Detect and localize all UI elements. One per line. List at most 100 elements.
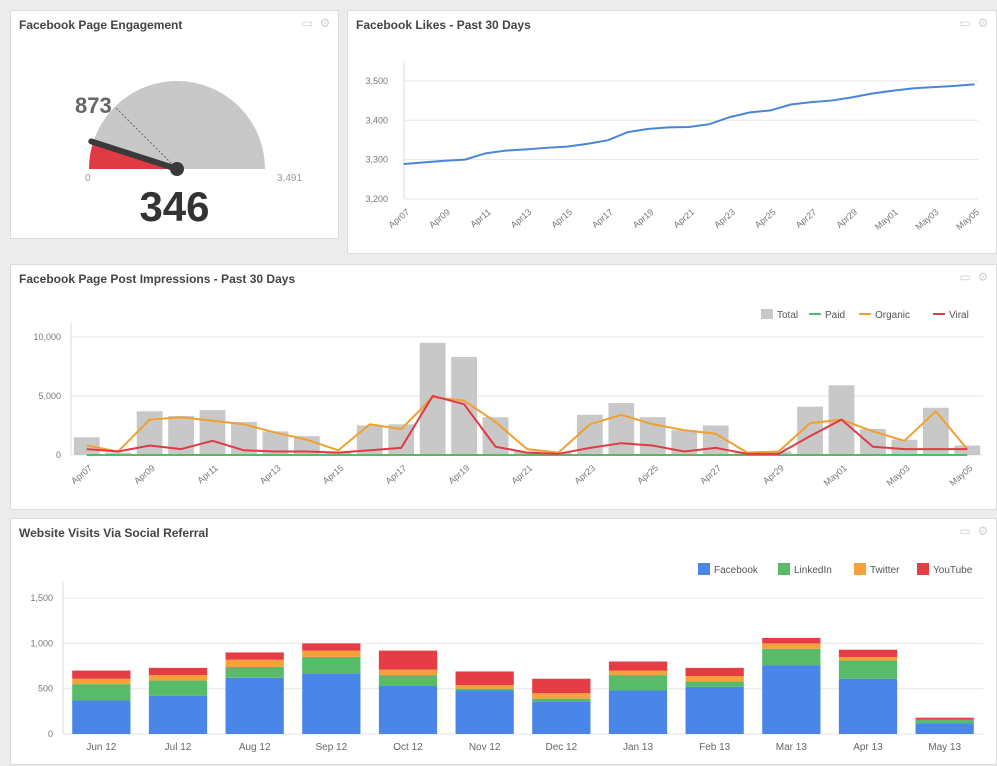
likes-point [912, 87, 914, 90]
x-tick-label: Apr17 [384, 463, 409, 486]
twitter-bar-segment [838, 656, 898, 661]
youtube-bar-segment [148, 667, 208, 676]
x-tick-label: Apr23 [712, 207, 737, 230]
y-tick-label: 0 [48, 729, 53, 739]
x-tick-label: Jun 12 [86, 742, 116, 753]
likes-point [891, 89, 894, 92]
twitter-bar-segment [72, 678, 131, 685]
total-bar [891, 439, 918, 455]
total-bar [136, 411, 163, 455]
likes-point [647, 128, 650, 130]
likes-point [851, 96, 853, 99]
engagement-panel: Facebook Page Engagement ▭ ⚙ 873 0 3,491 … [10, 10, 339, 239]
twitter-bar-segment [455, 685, 514, 689]
likes-point [769, 109, 772, 112]
likes-point [545, 147, 548, 149]
linkedin-bar-segment [762, 648, 821, 666]
total-bar [199, 410, 226, 455]
facebook-bar-segment [685, 686, 744, 734]
x-tick-label: Jul 12 [165, 742, 192, 753]
total-bar [608, 403, 635, 455]
likes-point [749, 111, 751, 114]
y-tick-label: 3,200 [365, 194, 388, 204]
legend-swatch [761, 309, 773, 319]
x-tick-label: May05 [954, 207, 981, 232]
y-tick-label: 10,000 [33, 332, 61, 342]
likes-point [566, 145, 568, 148]
legend-label: Facebook [714, 565, 759, 576]
y-tick-label: 0 [56, 450, 61, 460]
y-tick-label: 1,000 [30, 638, 53, 648]
x-tick-label: Apr21 [671, 207, 696, 230]
y-tick-label: 3,500 [365, 76, 388, 86]
gauge-hub [170, 162, 184, 176]
linkedin-bar-segment [378, 675, 438, 686]
x-tick-label: Aug 12 [239, 742, 271, 753]
likes-point [728, 116, 731, 118]
likes-point [952, 85, 955, 87]
x-tick-label: Apr11 [195, 463, 219, 486]
total-bar [860, 429, 886, 455]
y-tick-label: 3,300 [365, 155, 388, 165]
legend-swatch [778, 563, 790, 575]
x-tick-label: May01 [822, 463, 849, 488]
twitter-bar-segment [685, 676, 744, 682]
legend-label: LinkedIn [794, 565, 832, 576]
likes-point [789, 103, 792, 106]
twitter-bar-segment [608, 670, 668, 676]
legend-swatch [917, 563, 929, 575]
youtube-bar-segment [838, 649, 898, 657]
linkedin-bar-segment [72, 684, 131, 701]
facebook-bar-segment [378, 685, 438, 734]
linkedin-bar-segment [915, 719, 974, 724]
facebook-bar-segment [225, 677, 284, 734]
likes-point [525, 148, 527, 151]
likes-point [586, 143, 589, 145]
x-tick-label: Apr25 [753, 207, 778, 230]
facebook-bar-segment [762, 665, 821, 734]
x-tick-label: Apr25 [635, 463, 660, 486]
likes-point [810, 101, 812, 103]
linkedin-bar-segment [532, 698, 591, 702]
twitter-bar-segment [225, 659, 284, 667]
likes-point [606, 139, 609, 142]
linkedin-bar-segment [225, 666, 284, 678]
legend-label: Paid [825, 310, 845, 321]
facebook-bar-segment [72, 700, 131, 734]
likes-point [667, 126, 670, 129]
x-tick-label: Apr13 [258, 463, 283, 486]
x-tick-label: Apr17 [590, 207, 615, 230]
impressions-chart: 0 5,000 10,000 Apr07 Apr09 Apr11 Apr13 Apr15 Apr… [33, 309, 983, 488]
x-tick-label: Apr11 [468, 207, 492, 230]
x-tick-label: Apr09 [427, 207, 452, 230]
x-tick-label: May03 [885, 463, 912, 488]
likes-point [423, 161, 426, 164]
total-bar [954, 445, 981, 455]
facebook-bar-segment [608, 690, 668, 734]
youtube-bar-segment [685, 667, 744, 676]
total-bar [639, 417, 666, 455]
facebook-bar-segment [148, 695, 208, 734]
legend-label: Viral [949, 310, 969, 321]
gauge-value: 346 [139, 183, 210, 230]
legend-label: YouTube [933, 565, 973, 576]
x-tick-label: Sep 12 [315, 742, 347, 753]
legend-swatch [698, 563, 710, 575]
linkedin-bar-segment [685, 681, 744, 687]
likes-point [627, 131, 629, 133]
likes-line [403, 83, 975, 165]
likes-point [871, 92, 874, 95]
youtube-bar-segment [455, 671, 514, 686]
y-tick-label: 5,000 [38, 391, 61, 401]
legend-label: Organic [875, 310, 910, 321]
facebook-bar-segment [915, 723, 974, 734]
likes-point [484, 152, 487, 155]
x-tick-label: Apr29 [761, 463, 786, 486]
x-tick-label: Apr13 [509, 207, 534, 230]
x-tick-label: Apr21 [509, 463, 534, 486]
x-tick-label: Apr19 [631, 207, 656, 230]
x-tick-label: Apr15 [549, 207, 574, 230]
x-tick-label: Mar 13 [776, 742, 808, 753]
youtube-bar-segment [378, 650, 438, 670]
likes-point [932, 86, 935, 88]
